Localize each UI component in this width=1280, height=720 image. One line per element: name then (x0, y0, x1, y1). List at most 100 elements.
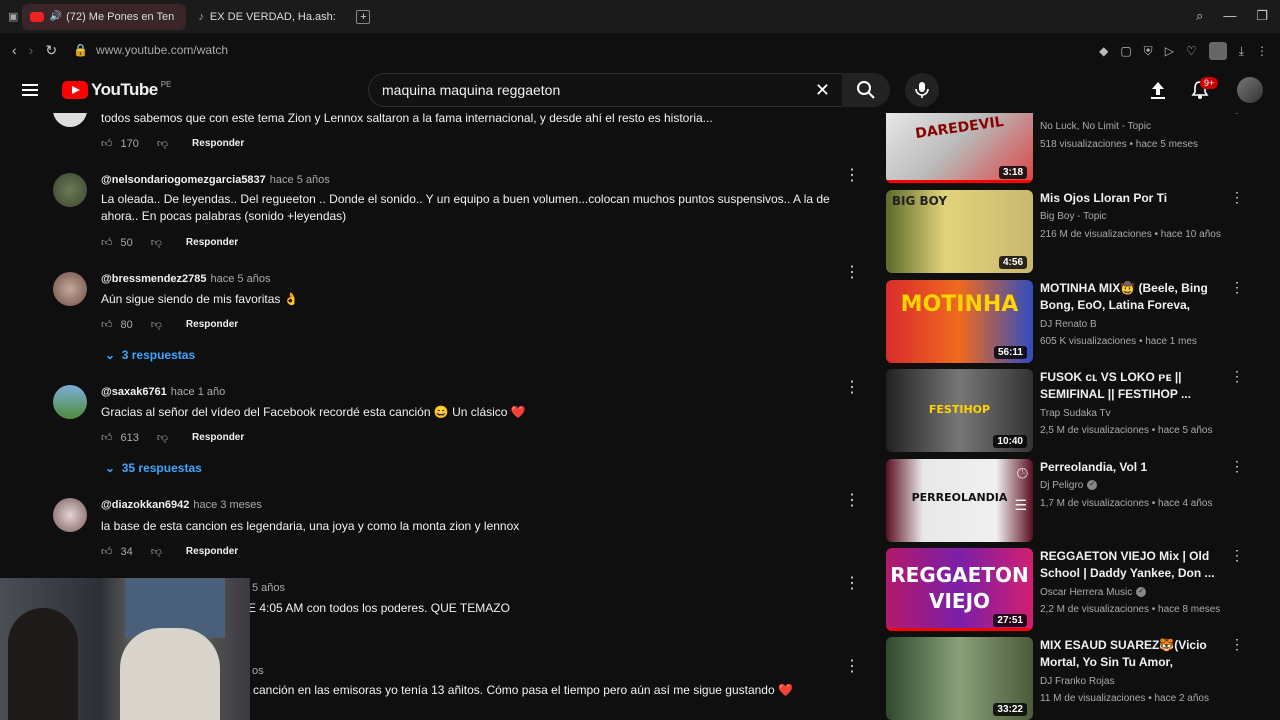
like-icon[interactable]: 👍︎ (101, 431, 113, 444)
reply-button[interactable]: Responder (186, 237, 238, 248)
comment-menu-icon[interactable]: ⋮ (844, 168, 860, 184)
comment-author[interactable]: @bressmendez2785 (101, 273, 207, 285)
video-item[interactable]: REGGAETON VIEJO 27:51 REGGAETON VIEJO Mi… (886, 548, 1246, 632)
video-menu-icon[interactable]: ⋮ (1230, 369, 1244, 383)
video-channel[interactable]: Trap Sudaka Tv (1040, 408, 1111, 419)
comment-menu-icon[interactable]: ⋮ (844, 576, 860, 592)
url-field[interactable]: 🔒 www.youtube.com/watch (73, 43, 228, 57)
video-title[interactable]: Mis Ojos Lloran Por Ti (1040, 190, 1220, 207)
snapshot-icon[interactable]: ▢ (1120, 44, 1131, 58)
video-title[interactable]: MOTINHA MIX🤠 (Beele, Bing Bong, EoO, Lat… (1040, 280, 1220, 314)
dislike-icon[interactable]: 👎︎ (157, 137, 168, 150)
avatar[interactable] (53, 173, 87, 207)
view-replies-button[interactable]: ⌄ 3 respuestas (105, 348, 195, 362)
video-thumbnail[interactable]: DAREDEVIL 3:18 (886, 113, 1033, 183)
video-thumbnail[interactable]: 33:22 (886, 637, 1033, 720)
video-item[interactable]: FESTIHOP 10:40 FUSOK ᴄʟ VS LOKO ᴘᴇ || SE… (886, 369, 1246, 453)
reply-button[interactable]: Responder (186, 546, 238, 557)
upload-icon[interactable] (1148, 80, 1168, 100)
dislike-icon[interactable]: 👎︎ (151, 545, 162, 558)
reply-button[interactable]: Responder (186, 319, 238, 330)
like-icon[interactable]: 👍︎ (101, 545, 113, 558)
reply-button[interactable]: Responder (192, 138, 244, 149)
sidebar-toggle-icon[interactable]: ▣ (8, 10, 18, 23)
avatar[interactable] (53, 498, 87, 532)
send-icon[interactable]: ▷ (1165, 44, 1174, 58)
heart-icon[interactable]: ♡ (1186, 44, 1197, 58)
comment-menu-icon[interactable]: ⋮ (844, 265, 860, 281)
dislike-icon[interactable]: 👎︎ (157, 431, 168, 444)
like-icon[interactable]: 👍︎ (101, 318, 113, 331)
comment-menu-icon[interactable]: ⋮ (844, 380, 860, 396)
extension-icon[interactable]: ◆ (1099, 44, 1108, 58)
watch-later-icon[interactable]: 🕒︎ (1017, 465, 1028, 482)
account-avatar[interactable] (1237, 77, 1263, 103)
search-button[interactable] (842, 73, 890, 107)
youtube-logo[interactable]: YouTube PE (62, 80, 171, 100)
profile-icon[interactable] (1208, 42, 1227, 60)
minimize-icon[interactable]: — (1223, 8, 1236, 24)
menu-more-icon[interactable]: ⋮ (1256, 44, 1268, 58)
new-tab-button[interactable]: + (356, 9, 371, 24)
comment-time[interactable]: hace 5 años (270, 174, 330, 186)
video-channel[interactable]: Dj Peligro ✓ (1040, 480, 1098, 491)
video-title[interactable]: Perreolandia, Vol 1 (1040, 459, 1220, 476)
video-thumbnail[interactable]: REGGAETON VIEJO 27:51 (886, 548, 1033, 631)
comment-menu-icon[interactable]: ⋮ (844, 493, 860, 509)
comment-author[interactable]: @saxak6761 (101, 386, 167, 398)
comment-time[interactable]: hace 1 año (171, 386, 225, 398)
video-thumbnail[interactable]: PERREOLANDIA 🕒︎ ☰ (886, 459, 1033, 542)
video-channel[interactable]: Oscar Herrera Music ✓ (1040, 587, 1147, 598)
comment-author[interactable]: @diazokkan6942 (101, 499, 189, 511)
tab-inactive[interactable]: ♪ EX DE VERDAD, Ha.ash: A (190, 4, 350, 30)
like-icon[interactable]: 👍︎ (101, 137, 113, 150)
comment-author[interactable]: @nelsondariogomezgarcia5837 (101, 174, 266, 186)
comment-menu-icon[interactable]: ⋮ (844, 659, 860, 675)
video-title[interactable]: REGGAETON VIEJO Mix | Old School | Daddy… (1040, 548, 1220, 582)
comment-time[interactable]: os (252, 665, 264, 677)
video-item[interactable]: DAREDEVIL 3:18 No Luck, No Limit - Topic… (886, 113, 1246, 184)
back-icon[interactable]: ‹ (12, 42, 17, 58)
video-title[interactable]: MIX ESAUD SUAREZ🐯(Vicio Mortal, Yo Sin T… (1040, 637, 1220, 671)
video-menu-icon[interactable]: ⋮ (1230, 548, 1244, 562)
video-menu-icon[interactable]: ⋮ (1230, 280, 1244, 294)
comment-time[interactable]: hace 3 meses (193, 499, 261, 511)
tab-active[interactable]: 🔊 (72) Me Pones en Ten (22, 3, 187, 30)
hamburger-menu-icon[interactable] (22, 81, 38, 99)
dislike-icon[interactable]: 👎︎ (151, 318, 162, 331)
video-thumbnail[interactable]: FESTIHOP 10:40 (886, 369, 1033, 452)
reload-icon[interactable]: ↻ (45, 42, 57, 59)
video-channel[interactable]: No Luck, No Limit - Topic (1040, 121, 1151, 132)
video-channel[interactable]: DJ Franko Rojas (1040, 676, 1114, 687)
view-replies-button[interactable]: ⌄ 35 respuestas (105, 461, 202, 475)
shield-icon[interactable]: ⛨ (1144, 44, 1153, 59)
forward-icon[interactable]: › (29, 42, 34, 58)
video-menu-icon[interactable]: ⋮ (1230, 459, 1244, 473)
video-item[interactable]: MOTINHA 56:11 MOTINHA MIX🤠 (Beele, Bing … (886, 280, 1246, 364)
comment-time[interactable]: 5 años (252, 582, 285, 594)
maximize-icon[interactable]: ❐ (1256, 8, 1268, 24)
search-input[interactable]: maquina maquina reggaeton ✕ (368, 73, 843, 107)
avatar[interactable] (53, 385, 87, 419)
video-item[interactable]: PERREOLANDIA 🕒︎ ☰ Perreolandia, Vol 1 Dj… (886, 459, 1246, 543)
video-item[interactable]: 33:22 MIX ESAUD SUAREZ🐯(Vicio Mortal, Yo… (886, 637, 1246, 720)
avatar[interactable] (53, 272, 87, 306)
video-thumbnail[interactable]: BIG BOY 4:56 (886, 190, 1033, 273)
video-thumbnail[interactable]: MOTINHA 56:11 (886, 280, 1033, 363)
avatar[interactable] (53, 113, 87, 127)
video-menu-icon[interactable]: ⋮ (1230, 190, 1244, 204)
video-title[interactable]: FUSOK ᴄʟ VS LOKO ᴘᴇ || SEMIFINAL || FEST… (1040, 369, 1220, 403)
video-channel[interactable]: Big Boy - Topic (1040, 211, 1107, 222)
video-menu-icon[interactable]: ⋮ (1230, 637, 1244, 651)
add-to-queue-icon[interactable]: ☰ (1014, 497, 1027, 514)
voice-search-button[interactable] (905, 73, 939, 107)
like-icon[interactable]: 👍︎ (101, 236, 113, 249)
video-channel[interactable]: DJ Renato B (1040, 319, 1097, 330)
dislike-icon[interactable]: 👎︎ (151, 236, 162, 249)
video-item[interactable]: BIG BOY 4:56 Mis Ojos Lloran Por Ti Big … (886, 190, 1246, 274)
download-icon[interactable]: ⤓ (1239, 44, 1244, 59)
clear-search-icon[interactable]: ✕ (815, 80, 830, 101)
reply-button[interactable]: Responder (192, 432, 244, 443)
search-tabs-icon[interactable]: ⌕ (1196, 8, 1203, 24)
comment-time[interactable]: hace 5 años (211, 273, 271, 285)
